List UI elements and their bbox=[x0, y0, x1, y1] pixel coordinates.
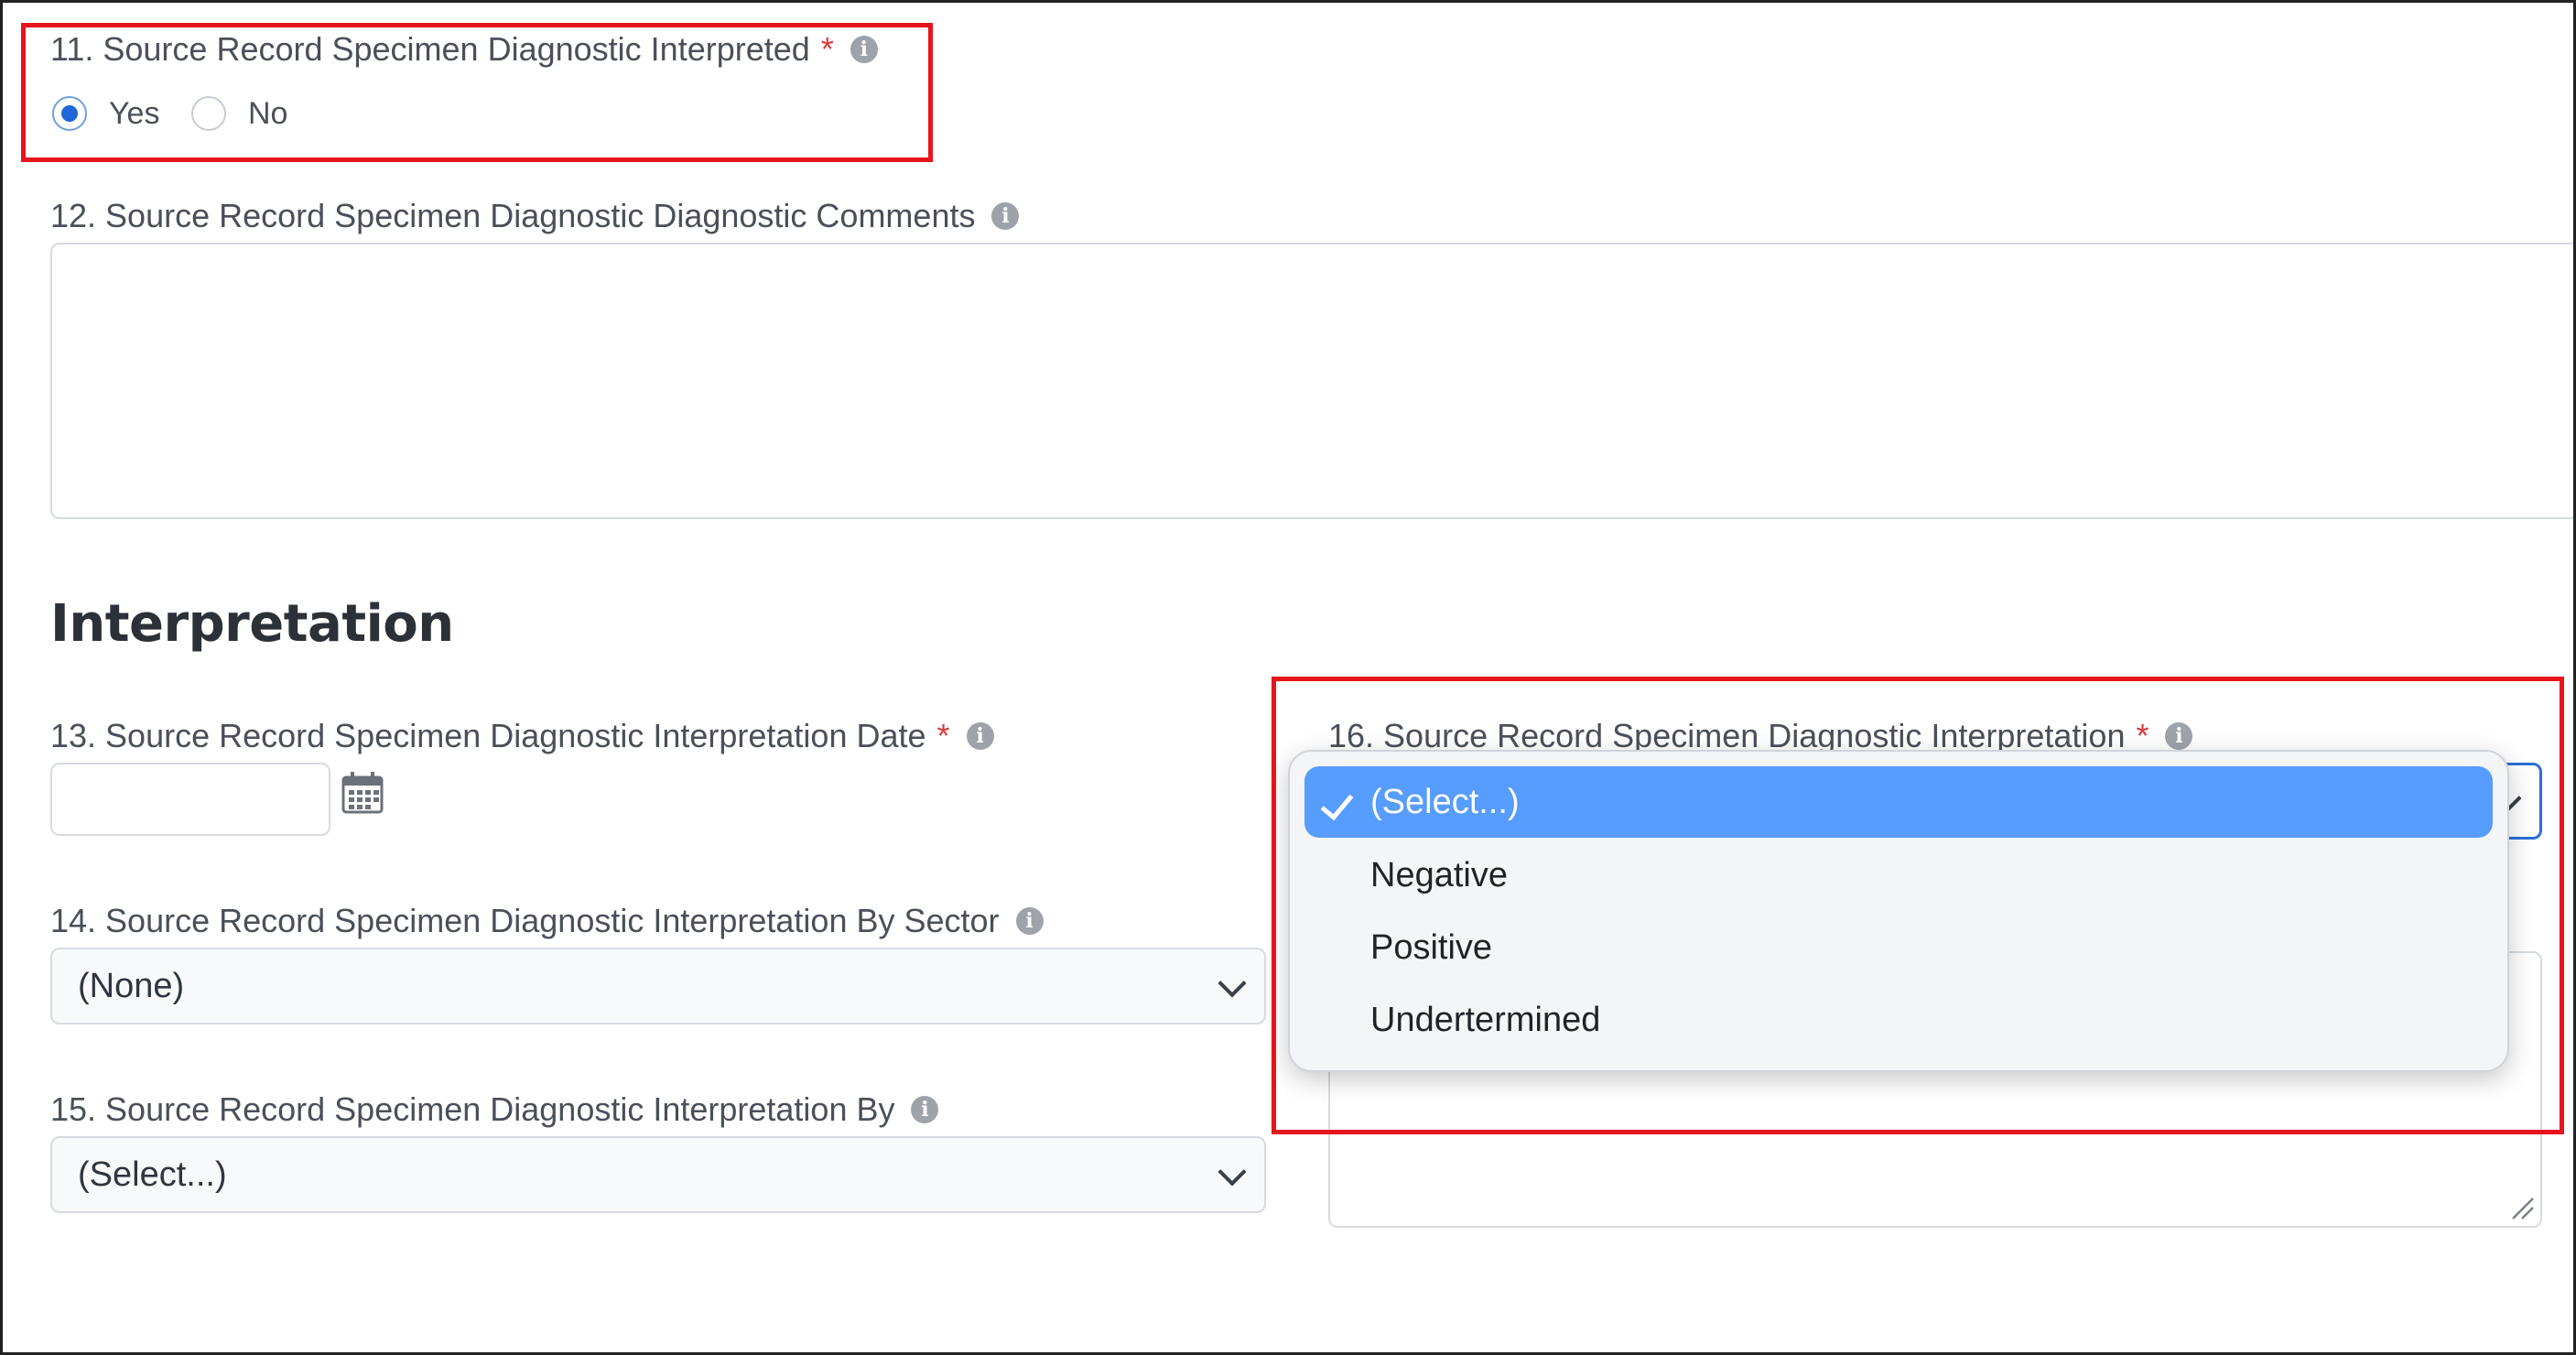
resize-handle-icon[interactable] bbox=[2509, 1195, 2535, 1220]
q12-label-text: 12. Source Record Specimen Diagnostic Di… bbox=[50, 197, 976, 234]
q14-label-text: 14. Source Record Specimen Diagnostic In… bbox=[50, 902, 1000, 939]
highlight-box-q16 bbox=[1272, 677, 2564, 1134]
q15-label-text: 15. Source Record Specimen Diagnostic In… bbox=[50, 1090, 895, 1128]
info-icon[interactable]: i bbox=[966, 722, 994, 750]
q12-comments-textarea[interactable] bbox=[50, 243, 2573, 519]
calendar-icon[interactable] bbox=[340, 770, 385, 816]
q12-label: 12. Source Record Specimen Diagnostic Di… bbox=[50, 197, 1020, 235]
q14-label: 14. Source Record Specimen Diagnostic In… bbox=[50, 902, 1044, 940]
info-icon[interactable]: i bbox=[911, 1096, 939, 1123]
info-icon[interactable]: i bbox=[991, 202, 1020, 230]
required-asterisk: * bbox=[936, 717, 950, 754]
q15-interpreted-by-select[interactable]: (Select...) bbox=[50, 1136, 1266, 1213]
q13-label-text: 13. Source Record Specimen Diagnostic In… bbox=[50, 717, 926, 754]
highlight-box-q11 bbox=[21, 23, 933, 162]
q13-date-input[interactable] bbox=[50, 763, 330, 836]
q15-selected-value: (Select...) bbox=[78, 1154, 227, 1194]
section-heading: Interpretation bbox=[50, 594, 454, 654]
q14-sector-select[interactable]: (None) bbox=[50, 948, 1266, 1024]
q13-label: 13. Source Record Specimen Diagnostic In… bbox=[50, 717, 994, 755]
form-container: 11. Source Record Specimen Diagnostic In… bbox=[0, 0, 2576, 1355]
chevron-down-icon bbox=[1218, 969, 1247, 998]
chevron-down-icon bbox=[1218, 1157, 1247, 1187]
q15-label: 15. Source Record Specimen Diagnostic In… bbox=[50, 1090, 939, 1129]
info-icon[interactable]: i bbox=[1015, 907, 1044, 935]
q14-selected-value: (None) bbox=[78, 966, 185, 1005]
